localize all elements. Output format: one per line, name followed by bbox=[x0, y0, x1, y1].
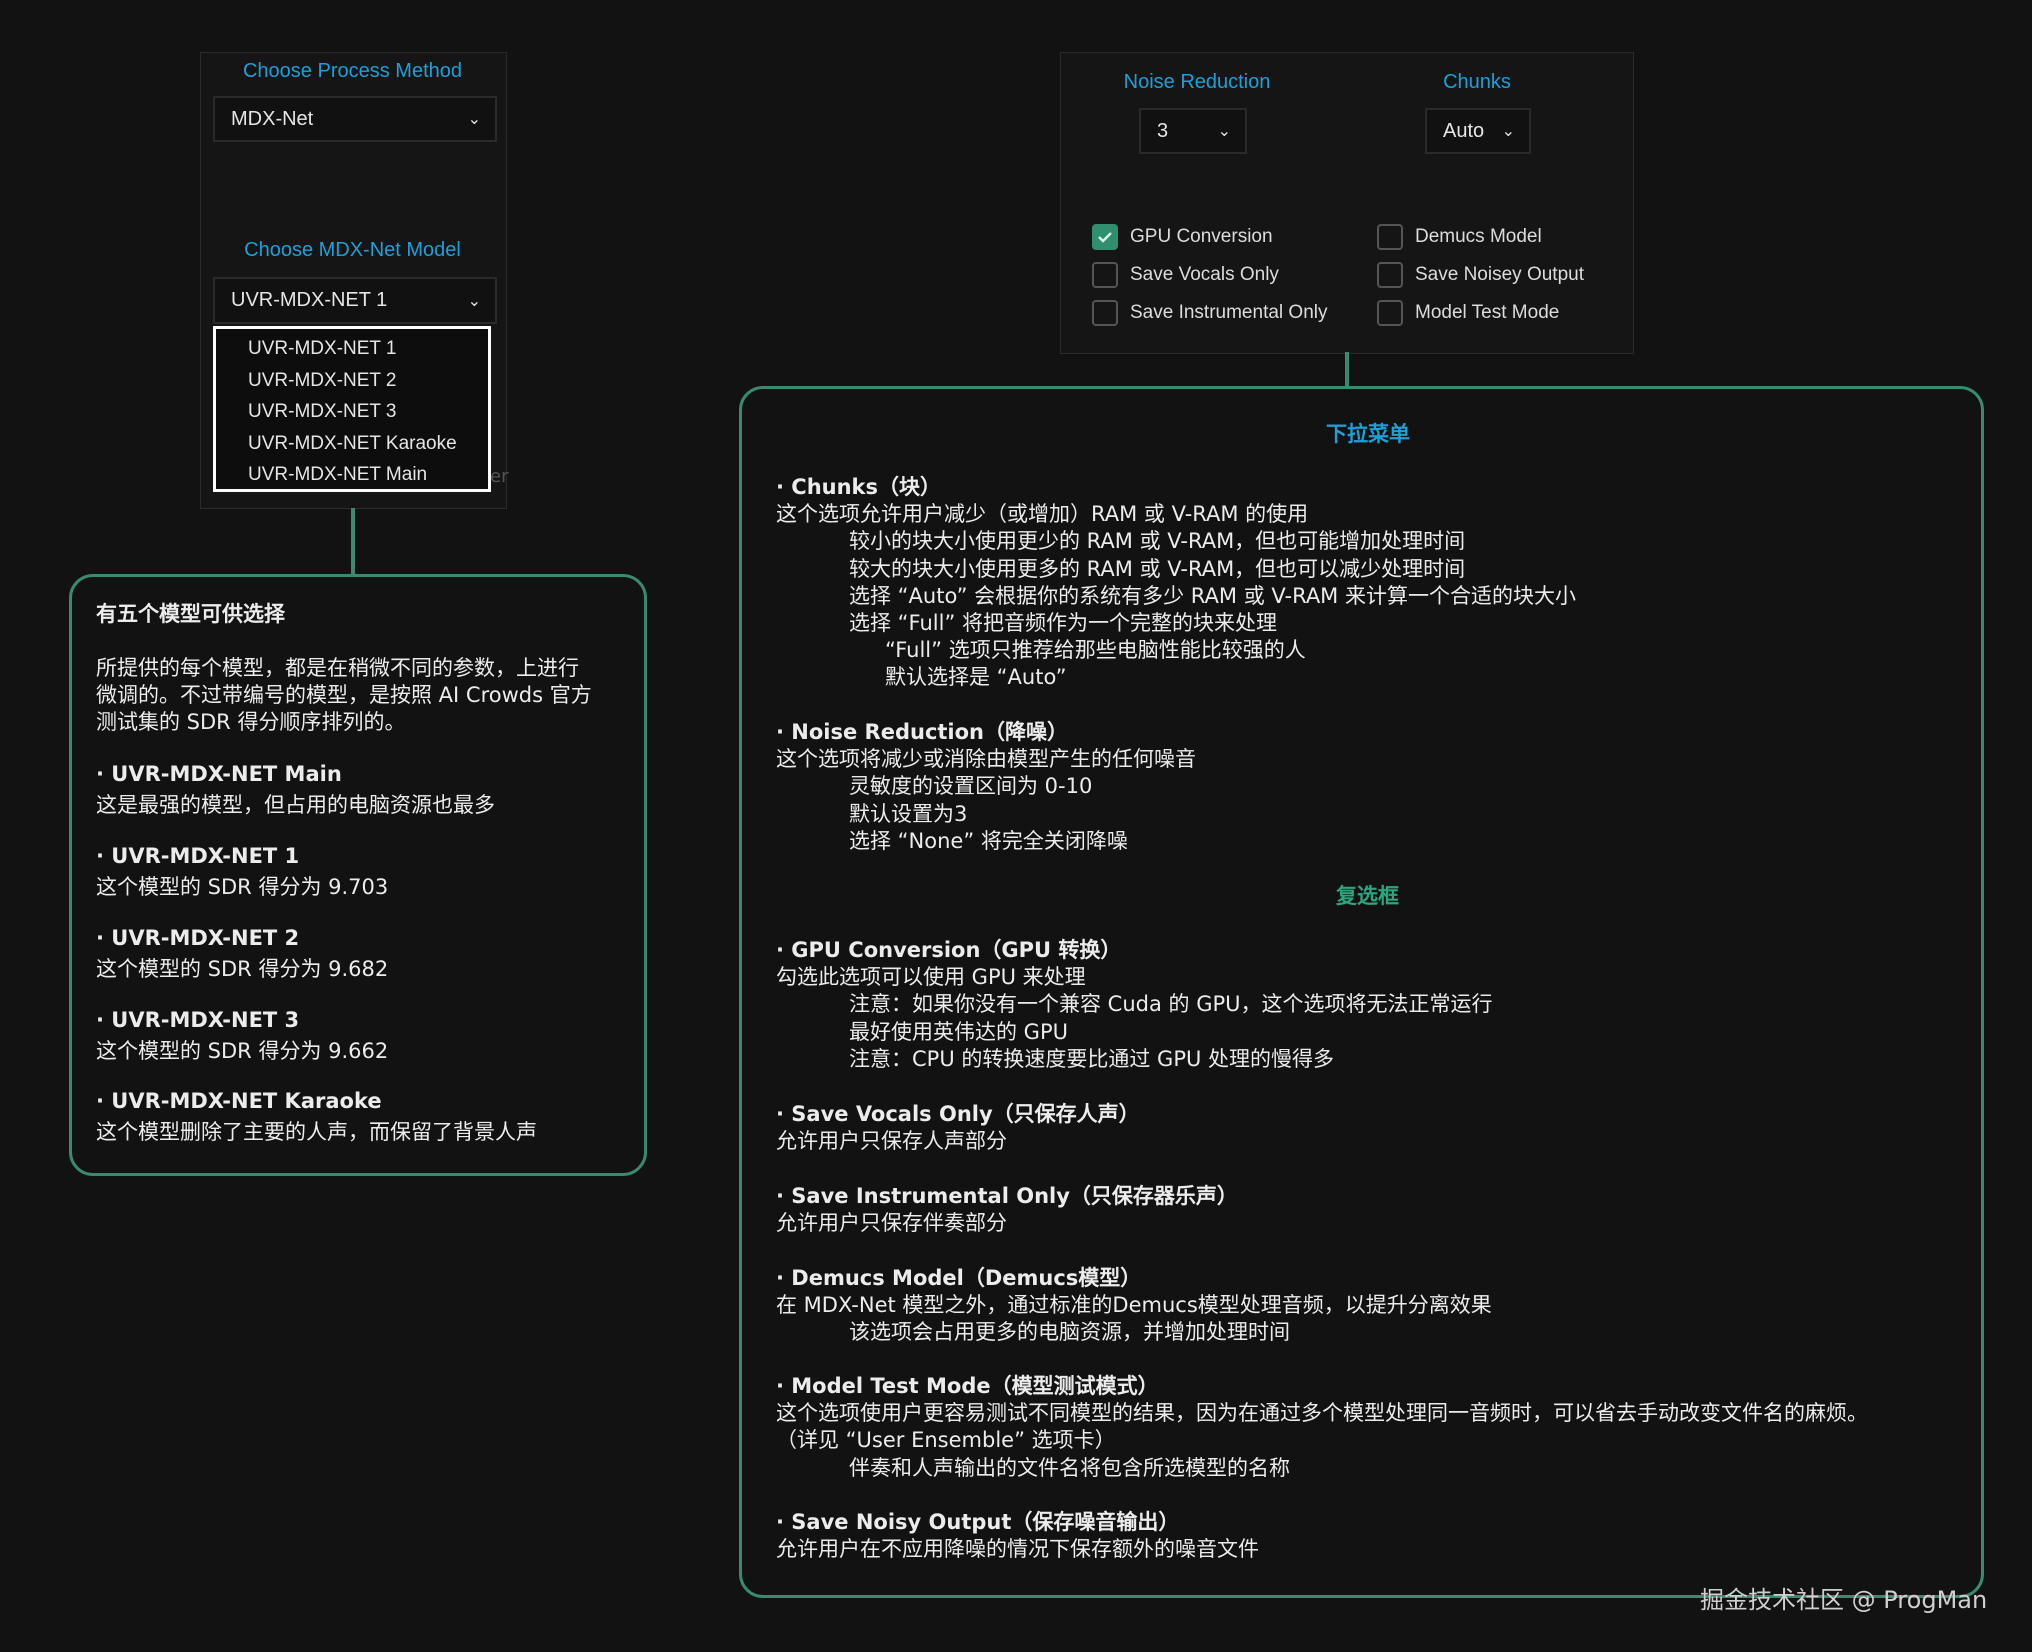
model-item-desc: 这个模型的 SDR 得分为 9.682 bbox=[96, 957, 389, 981]
callout-intro-line: 微调的。不过带编号的模型，是按照 AI Crowds 官方 bbox=[96, 683, 592, 707]
section-line: 这个选项将减少或消除由模型产生的任何噪音 bbox=[776, 747, 1196, 772]
checkbox-box-icon bbox=[1377, 224, 1403, 250]
section-heading: · Chunks（块） bbox=[776, 475, 942, 499]
model-label: Choose MDX-Net Model bbox=[244, 239, 461, 261]
section-line: 默认设置为3 bbox=[849, 801, 968, 826]
checkbox-label: Save Vocals Only bbox=[1130, 264, 1279, 285]
dropdown-section-title: 下拉菜单 bbox=[1326, 422, 1410, 446]
dropdown-option[interactable]: UVR-MDX-NET Main bbox=[216, 459, 488, 491]
checkbox-box-icon bbox=[1377, 262, 1403, 288]
model-item-name: · UVR-MDX-NET Main bbox=[96, 762, 342, 786]
model-item-desc: 这个模型的 SDR 得分为 9.703 bbox=[96, 875, 389, 899]
section-line: 最好使用英伟达的 GPU bbox=[849, 1019, 1068, 1044]
section-line: 这个选项允许用户减少（或增加）RAM 或 V-RAM 的使用 bbox=[776, 502, 1309, 527]
checkbox-box-icon bbox=[1377, 300, 1403, 326]
callout-intro-line: 测试集的 SDR 得分顺序排列的。 bbox=[96, 710, 406, 734]
section-heading: · Save Vocals Only（只保存人声） bbox=[776, 1102, 1140, 1126]
process-method-label: Choose Process Method bbox=[242, 60, 462, 82]
section-line: 注意：CPU 的转换速度要比通过 GPU 处理的慢得多 bbox=[849, 1046, 1335, 1071]
model-item-name: · UVR-MDX-NET 3 bbox=[96, 1008, 300, 1032]
process-method-select[interactable]: MDX-Net ⌄ bbox=[213, 96, 497, 142]
dropdown-option[interactable]: UVR-MDX-NET 1 bbox=[216, 333, 488, 365]
dropdown-option[interactable]: UVR-MDX-NET 2 bbox=[216, 365, 488, 397]
checkbox-label: Model Test Mode bbox=[1415, 302, 1560, 323]
model-select[interactable]: UVR-MDX-NET 1 ⌄ bbox=[213, 277, 497, 324]
dropdown-option[interactable]: UVR-MDX-NET Karaoke bbox=[216, 428, 488, 460]
section-heading: · Noise Reduction（降噪） bbox=[776, 720, 1069, 744]
checkbox-label: Save Noisey Output bbox=[1415, 264, 1584, 285]
save-vocals-only-checkbox[interactable]: Save Vocals Only bbox=[1092, 262, 1279, 288]
process-method-value: MDX-Net bbox=[231, 107, 314, 130]
chunks-select[interactable]: Auto ⌄ bbox=[1425, 108, 1531, 154]
chunks-label: Chunks bbox=[1443, 71, 1511, 93]
section-line: 选择 “Full” 将把音频作为一个完整的块来处理 bbox=[849, 611, 1278, 635]
section-line: 较小的块大小使用更少的 RAM 或 V-RAM，但也可能增加处理时间 bbox=[849, 529, 1466, 554]
section-line: 较大的块大小使用更多的 RAM 或 V-RAM，但也可以减少处理时间 bbox=[849, 556, 1466, 581]
section-line: 默认选择是 “Auto” bbox=[885, 665, 1067, 690]
model-item-desc: 这个模型删除了主要的人声，而保留了背景人声 bbox=[96, 1120, 537, 1144]
section-heading: · Save Instrumental Only（只保存器乐声） bbox=[776, 1184, 1238, 1208]
section-heading: · Model Test Mode（模型测试模式） bbox=[776, 1374, 1159, 1398]
section-line: 允许用户在不应用降噪的情况下保存额外的噪音文件 bbox=[776, 1537, 1259, 1562]
checkbox-box-icon bbox=[1092, 262, 1118, 288]
section-heading: · GPU Conversion（GPU 转换） bbox=[776, 938, 1122, 962]
section-line: 灵敏度的设置区间为 0-10 bbox=[849, 774, 1093, 799]
checkbox-box-icon bbox=[1092, 300, 1118, 326]
section-line: 这个选项使用户更容易测试不同模型的结果，因为在通过多个模型处理同一音频时，可以省… bbox=[776, 1401, 1868, 1426]
section-line: 该选项会占用更多的电脑资源，并增加处理时间 bbox=[849, 1320, 1290, 1345]
checkbox-label: GPU Conversion bbox=[1130, 226, 1273, 247]
model-item-desc: 这是最强的模型，但占用的电脑资源也最多 bbox=[96, 793, 495, 817]
model-test-mode-checkbox[interactable]: Model Test Mode bbox=[1377, 300, 1559, 326]
model-item-name: · UVR-MDX-NET Karaoke bbox=[96, 1089, 382, 1113]
dropdown-option[interactable]: UVR-MDX-NET 3 bbox=[216, 396, 488, 428]
model-item-name: · UVR-MDX-NET 1 bbox=[96, 844, 300, 868]
callout-intro-line: 所提供的每个模型，都是在稍微不同的参数，上进行 bbox=[96, 656, 579, 680]
section-heading: · Save Noisy Output（保存噪音输出） bbox=[776, 1510, 1180, 1534]
connector-line bbox=[1345, 352, 1349, 388]
gpu-conversion-checkbox[interactable]: GPU Conversion bbox=[1092, 224, 1273, 250]
checkbox-section-title: 复选框 bbox=[1336, 884, 1399, 908]
model-item-desc: 这个模型的 SDR 得分为 9.662 bbox=[96, 1039, 389, 1063]
noise-reduction-select[interactable]: 3 ⌄ bbox=[1139, 108, 1247, 154]
model-item-name: · UVR-MDX-NET 2 bbox=[96, 926, 300, 950]
save-noisey-output-checkbox[interactable]: Save Noisey Output bbox=[1377, 262, 1584, 288]
watermark: 掘金技术社区 @ ProgMan bbox=[1700, 1586, 1988, 1614]
chunks-value: Auto bbox=[1443, 119, 1485, 142]
section-line: “Full” 选项只推荐给那些电脑性能比较强的人 bbox=[885, 638, 1306, 663]
section-line: 允许用户只保存人声部分 bbox=[776, 1129, 1007, 1154]
noise-reduction-value: 3 bbox=[1157, 119, 1169, 142]
model-value: UVR-MDX-NET 1 bbox=[231, 289, 388, 311]
checkbox-label: Demucs Model bbox=[1415, 226, 1542, 247]
save-instrumental-only-checkbox[interactable]: Save Instrumental Only bbox=[1092, 300, 1327, 326]
section-line: 伴奏和人声输出的文件名将包含所选模型的名称 bbox=[849, 1455, 1290, 1480]
model-dropdown-list: UVR-MDX-NET 1 UVR-MDX-NET 2 UVR-MDX-NET … bbox=[213, 326, 491, 492]
checkbox-label: Save Instrumental Only bbox=[1130, 302, 1328, 323]
noise-reduction-label: Noise Reduction bbox=[1123, 71, 1271, 93]
section-line: （详见 “User Ensemble” 选项卡） bbox=[776, 1428, 1116, 1453]
section-line: 在 MDX-Net 模型之外，通过标准的Demucs模型处理音频，以提升分离效果 bbox=[776, 1293, 1492, 1318]
callout-title: 有五个模型可供选择 bbox=[96, 602, 285, 626]
section-line: 选择 “Auto” 会根据你的系统有多少 RAM 或 V-RAM 来计算一个合适… bbox=[849, 583, 1576, 608]
chevron-down-icon: ⌄ bbox=[1217, 123, 1231, 140]
section-line: 选择 “None” 将完全关闭降噪 bbox=[849, 828, 1128, 853]
chevron-down-icon: ⌄ bbox=[467, 111, 481, 128]
partial-label: er bbox=[490, 466, 509, 487]
section-line: 允许用户只保存伴奏部分 bbox=[776, 1211, 1007, 1236]
chevron-down-icon: ⌄ bbox=[1501, 123, 1515, 140]
section-line: 注意：如果你没有一个兼容 Cuda 的 GPU，这个选项将无法正常运行 bbox=[849, 992, 1493, 1017]
section-line: 勾选此选项可以使用 GPU 来处理 bbox=[776, 965, 1086, 990]
connector-line bbox=[351, 508, 355, 576]
section-heading: · Demucs Model（Demucs模型） bbox=[776, 1266, 1142, 1290]
chevron-down-icon: ⌄ bbox=[467, 292, 481, 310]
check-icon bbox=[1092, 224, 1118, 250]
demucs-model-checkbox[interactable]: Demucs Model bbox=[1377, 224, 1542, 250]
